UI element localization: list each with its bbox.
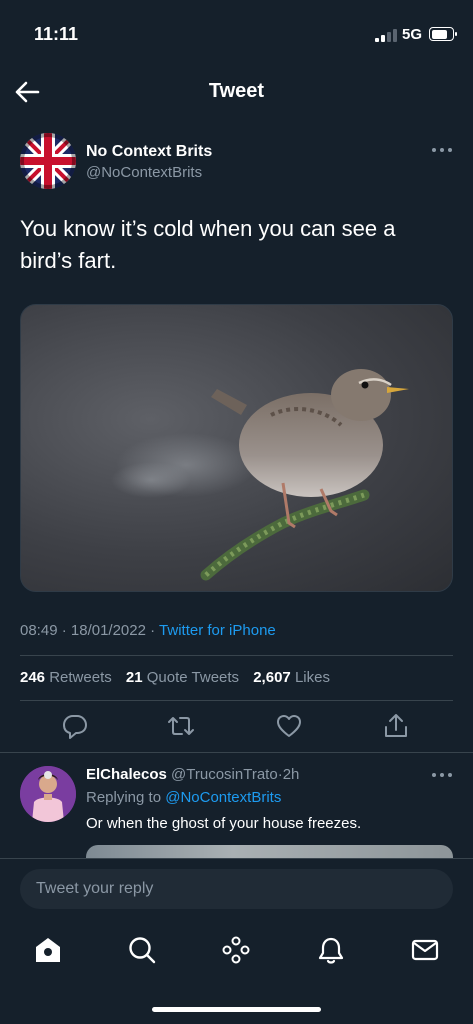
reply-tweet[interactable]: ElChalecos @TrucosinTrato·2h Replying to… <box>20 766 453 858</box>
spaces-icon[interactable] <box>221 935 251 965</box>
replying-to: Replying to @NoContextBrits <box>86 789 281 806</box>
reply-avatar-image <box>20 766 76 822</box>
meta-separator: · <box>150 622 156 639</box>
reply-icon[interactable] <box>61 712 89 740</box>
quotes-count: 21 <box>125 669 143 686</box>
retweets-label: Retweets <box>49 669 112 686</box>
search-icon[interactable] <box>127 935 157 965</box>
retweets-stat[interactable]: 246 Retweets <box>20 669 112 686</box>
reply-header: ElChalecos @TrucosinTrato·2h <box>86 766 299 783</box>
retweet-icon[interactable] <box>167 712 195 740</box>
compose-bar: Tweet your reply <box>0 859 473 923</box>
reply-image[interactable] <box>86 845 453 858</box>
tweet-source-link[interactable]: Twitter for iPhone <box>159 622 276 639</box>
likes-stat[interactable]: 2,607 Likes <box>253 669 330 686</box>
tweet-time: 08:49 <box>20 622 58 639</box>
replying-to-mention[interactable]: @NoContextBrits <box>165 789 281 806</box>
tweet-actions <box>0 712 473 742</box>
likes-label: Likes <box>294 669 330 686</box>
page-title: Tweet <box>208 80 265 102</box>
reply-more-options-icon[interactable] <box>431 770 453 780</box>
network-label: 5G <box>402 26 423 43</box>
nav-header: Tweet <box>0 70 473 114</box>
battery-icon <box>429 27 457 41</box>
reply-text: Or when the ghost of your house freezes. <box>86 815 362 832</box>
tweet-image[interactable] <box>20 304 453 592</box>
reply-author-name[interactable]: ElChalecos <box>86 766 167 783</box>
meta-separator: · <box>61 622 67 639</box>
tweet-header: No Context Brits @NoContextBrits <box>20 133 453 189</box>
divider <box>20 655 453 656</box>
status-time: 11:11 <box>34 24 79 44</box>
status-bar: 11:11 5G <box>0 0 473 64</box>
reply-author-handle[interactable]: @TrucosinTrato <box>171 766 278 783</box>
wren-photo <box>111 369 409 581</box>
signal-icon <box>375 29 397 42</box>
home-indicator[interactable] <box>152 1007 321 1012</box>
bell-icon[interactable] <box>316 935 346 965</box>
divider <box>20 700 453 701</box>
replying-to-label: Replying to <box>86 789 162 806</box>
author-name[interactable]: No Context Brits <box>86 143 212 161</box>
divider <box>0 752 473 753</box>
tweet-text: You know it’s cold when you can see a bi… <box>20 216 396 273</box>
quotes-stat[interactable]: 21 Quote Tweets <box>126 669 239 686</box>
heart-icon[interactable] <box>275 712 303 740</box>
retweets-count: 246 <box>20 669 46 686</box>
reply-input[interactable]: Tweet your reply <box>20 869 453 909</box>
more-options-icon[interactable] <box>431 145 453 155</box>
quotes-label: Quote Tweets <box>146 669 240 686</box>
reply-avatar[interactable] <box>20 766 76 822</box>
avatar[interactable] <box>20 133 76 189</box>
author-handle[interactable]: @NoContextBrits <box>86 164 202 181</box>
reply-time: 2h <box>282 766 300 783</box>
share-icon[interactable] <box>382 712 410 740</box>
tweet-stats: 246 Retweets 21 Quote Tweets 2,607 Likes <box>20 669 330 686</box>
tweet-timestamp: 08:49 · 18/01/2022 · Twitter for iPhone <box>20 622 276 639</box>
tab-bar <box>0 923 473 979</box>
tweet-date: 18/01/2022 <box>70 622 146 639</box>
likes-count: 2,607 <box>253 669 291 686</box>
union-flag-avatar-image <box>20 133 76 189</box>
home-icon[interactable] <box>33 935 63 965</box>
mail-icon[interactable] <box>410 935 440 965</box>
